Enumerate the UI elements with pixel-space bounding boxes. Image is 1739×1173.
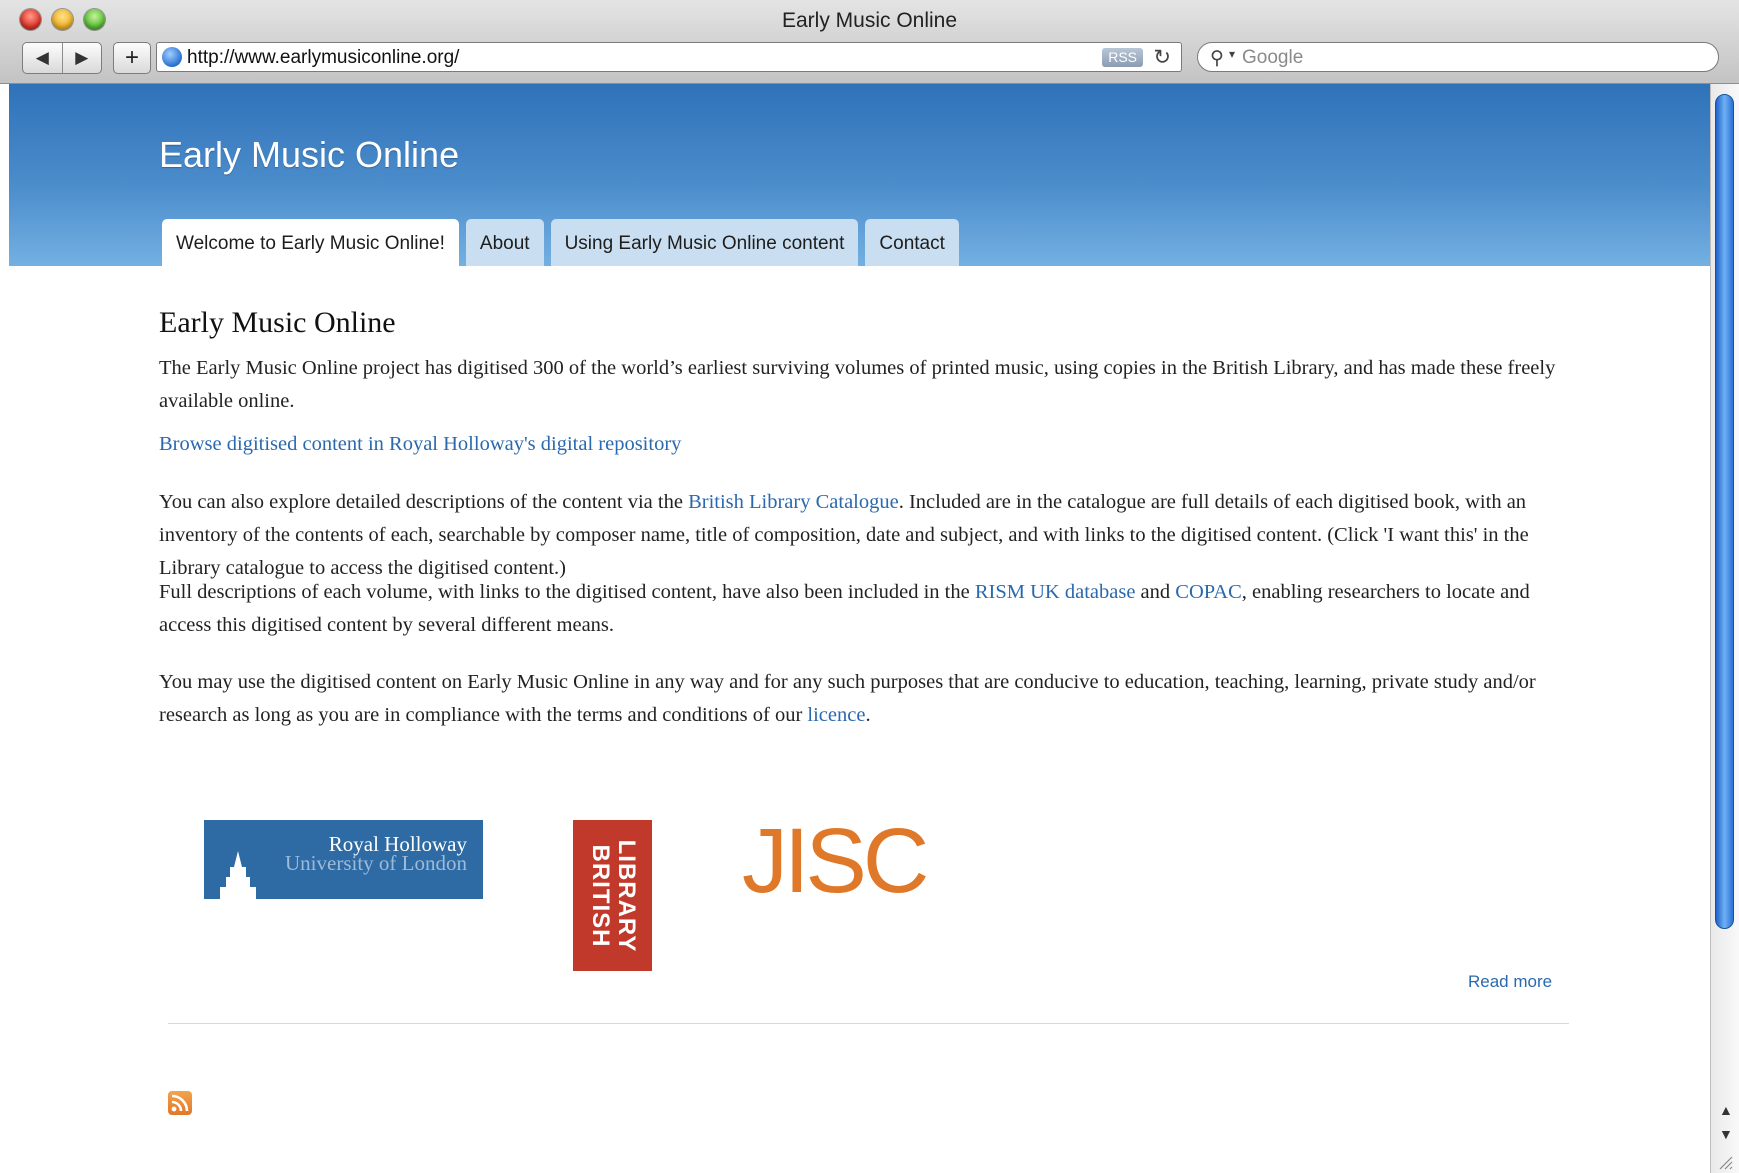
rss-button[interactable]: RSS	[1102, 48, 1143, 67]
read-more-link[interactable]: Read more	[1468, 972, 1552, 992]
scroll-down-icon[interactable]: ▼	[1719, 1126, 1733, 1142]
vertical-scrollbar[interactable]: ▲ ▼	[1710, 84, 1739, 1173]
title-bar: Early Music Online	[0, 0, 1739, 40]
british-library-wordmark: LIBRARY BRITISH	[586, 839, 640, 952]
resize-grip-icon[interactable]	[1715, 1152, 1733, 1170]
usage-paragraph: You may use the digitised content on Ear…	[159, 666, 1559, 732]
scroll-up-icon[interactable]: ▲	[1719, 1102, 1733, 1118]
search-icon[interactable]: ⚲	[1210, 47, 1224, 70]
page-viewport: Early Music Online Welcome to Early Musi…	[9, 84, 1710, 1173]
descriptions-text-mid: and	[1135, 581, 1176, 603]
browse-paragraph: Browse digitised content in Royal Hollow…	[159, 428, 681, 461]
tab-contact[interactable]: Contact	[865, 219, 959, 266]
forward-arrow-icon[interactable]: ▶	[61, 43, 102, 73]
chevron-down-icon[interactable]: ▾	[1229, 47, 1235, 61]
site-header: Early Music Online Welcome to Early Musi…	[9, 84, 1710, 266]
british-library-catalogue-link[interactable]: British Library Catalogue	[688, 491, 899, 513]
catalogue-text-before: You can also explore detailed descriptio…	[159, 491, 689, 513]
page-title: Early Music Online	[159, 306, 396, 339]
british-library-line1: BRITISH	[586, 844, 614, 947]
back-arrow-icon[interactable]: ◀	[23, 43, 62, 73]
address-bar[interactable]: http://www.earlymusiconline.org/ RSS ↻	[156, 42, 1182, 72]
licence-link[interactable]: licence	[807, 704, 865, 726]
descriptions-paragraph: Full descriptions of each volume, with l…	[159, 576, 1559, 642]
intro-paragraph: The Early Music Online project has digit…	[159, 357, 1556, 412]
history-buttons: ◀ ▶	[22, 42, 102, 74]
browser-chrome: Early Music Online ◀ ▶ + http://www.earl…	[0, 0, 1739, 84]
globe-icon	[162, 47, 182, 67]
tab-using-content[interactable]: Using Early Music Online content	[550, 219, 859, 266]
royal-holloway-logo[interactable]: Royal Holloway University of London	[204, 820, 483, 899]
usage-text-after: .	[865, 704, 871, 726]
search-input[interactable]: ⚲ ▾ Google	[1197, 42, 1719, 72]
site-title[interactable]: Early Music Online	[159, 134, 459, 176]
content-divider	[168, 1023, 1569, 1024]
rism-uk-link[interactable]: RISM UK database	[975, 581, 1136, 603]
copac-link[interactable]: COPAC	[1175, 581, 1241, 603]
rss-feed-icon[interactable]	[168, 1091, 192, 1115]
british-library-line2: LIBRARY	[612, 839, 640, 952]
tab-welcome[interactable]: Welcome to Early Music Online!	[162, 219, 459, 266]
browse-repository-link[interactable]: Browse digitised content in Royal Hollow…	[159, 433, 681, 455]
url-text[interactable]: http://www.earlymusiconline.org/	[187, 47, 459, 69]
window-title: Early Music Online	[781, 9, 958, 32]
main-content: Early Music Online The Early Music Onlin…	[159, 306, 1559, 726]
search-placeholder: Google	[1242, 47, 1304, 68]
catalogue-paragraph: You can also explore detailed descriptio…	[159, 486, 1559, 585]
add-bookmark-icon[interactable]: +	[113, 42, 151, 74]
tab-bar: Welcome to Early Music Online! About Usi…	[162, 219, 959, 266]
british-library-logo[interactable]: LIBRARY BRITISH	[573, 820, 652, 971]
scrollbar-thumb[interactable]	[1715, 94, 1734, 929]
reload-icon[interactable]: ↻	[1153, 45, 1171, 70]
tower-icon	[220, 851, 256, 899]
jisc-logo[interactable]: JISC	[742, 806, 929, 916]
royal-holloway-subtitle: University of London	[285, 851, 467, 875]
descriptions-text-before: Full descriptions of each volume, with l…	[159, 581, 975, 603]
tab-about[interactable]: About	[465, 219, 544, 266]
